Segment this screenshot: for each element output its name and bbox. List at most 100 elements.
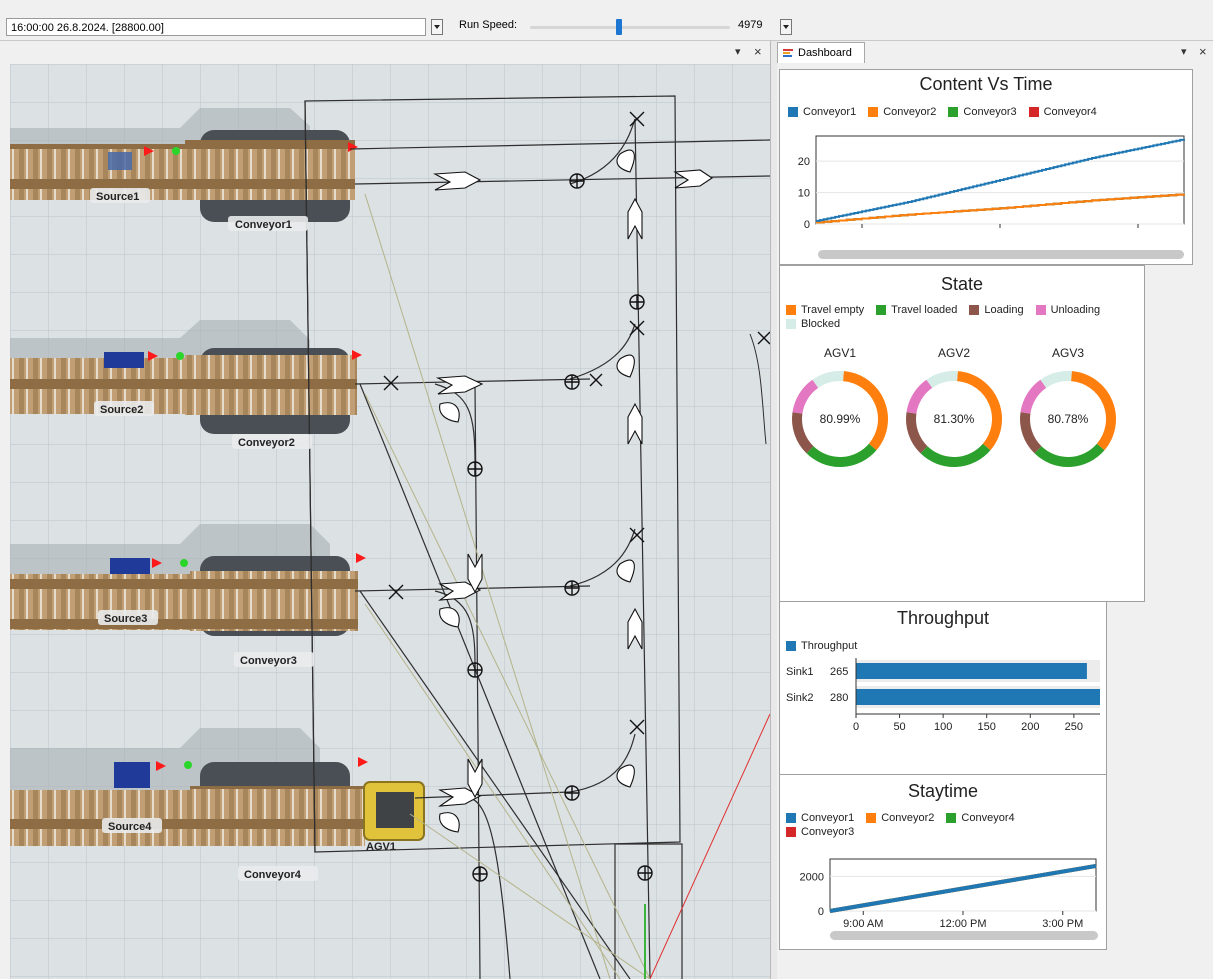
agv-1-model[interactable] — [363, 781, 425, 841]
model-scene: Source1 Conveyor1 Source2 Conveyor2 Sour… — [10, 64, 770, 979]
content-vs-time-legend-item[interactable]: Conveyor2 — [868, 106, 936, 118]
throughput-bar-sink1 — [856, 663, 1087, 679]
legend-label: Conveyor4 — [961, 812, 1015, 824]
source-1-label[interactable]: Source1 — [96, 191, 139, 203]
model-view-left-border — [0, 64, 10, 979]
legend-label: Blocked — [801, 318, 841, 330]
content-vs-time-legend-item[interactable]: Conveyor4 — [1028, 106, 1097, 118]
content-vs-time-x-tick-label: 12:00 PM — [976, 231, 1023, 232]
legend-swatch — [786, 641, 796, 651]
staytime-legend-item[interactable]: Conveyor3 — [786, 826, 854, 838]
throughput-bar-sink2 — [856, 689, 1100, 705]
state-chart-title: AGV2 — [938, 346, 970, 360]
throughput-value-label: 280 — [830, 692, 848, 704]
staytime-x-tick-label: 3:00 PM — [1042, 918, 1083, 927]
throughput-legend-item[interactable]: Throughput — [786, 640, 857, 652]
legend-label: Conveyor1 — [801, 812, 855, 824]
staytime-legend-item[interactable]: Conveyor2 — [866, 812, 934, 824]
legend-swatch — [786, 813, 796, 823]
throughput-x-tick-label: 0 — [853, 721, 859, 733]
state-legend-item[interactable]: Unloading — [1035, 304, 1101, 316]
run-speed-slider-thumb[interactable] — [616, 19, 622, 35]
state-legend-item[interactable]: Blocked — [786, 318, 840, 330]
legend-swatch — [786, 305, 796, 315]
staytime-y-tick-label: 2000 — [800, 871, 824, 883]
legend-label: Travel loaded — [891, 304, 958, 316]
run-speed-dropdown-button[interactable] — [780, 19, 792, 35]
throughput-x-tick-label: 50 — [893, 721, 905, 733]
legend-label: Unloading — [1050, 304, 1101, 316]
throughput-x-tick-label: 100 — [934, 721, 952, 733]
content-vs-time-title: Content Vs Time — [919, 74, 1053, 94]
source-2-label[interactable]: Source2 — [100, 404, 143, 416]
throughput-legend: Throughput — [786, 640, 1096, 652]
state-center-percentage: 80.99% — [820, 412, 861, 426]
state-legend-item[interactable]: Travel loaded — [876, 304, 957, 316]
throughput-title: Throughput — [896, 608, 990, 628]
content-vs-time-panel: Content Vs Time Conveyor1 Conveyor2 Convey… — [779, 69, 1193, 265]
state-donut-slice-loading — [792, 412, 814, 454]
agv-1-label[interactable]: AGV1 — [366, 841, 396, 853]
throughput-x-tick-label: 200 — [1021, 721, 1039, 733]
dashboard-tab-label: Dashboard — [798, 47, 852, 59]
dashboard-pin-button[interactable]: ▾ — [1181, 45, 1187, 58]
model-view-header: ▾ × — [0, 41, 772, 63]
legend-swatch — [866, 813, 877, 823]
legend-swatch — [946, 813, 957, 823]
legend-swatch — [948, 107, 959, 117]
state-chart-title: AGV3 — [1052, 346, 1084, 360]
content-vs-time-legend-item[interactable]: Conveyor1 — [788, 106, 856, 118]
source-4-label[interactable]: Source4 — [108, 821, 152, 833]
state-donut-slice-loading — [1020, 412, 1042, 454]
state-center-percentage: 81.30% — [934, 412, 975, 426]
simulation-toolbar: 16:00:00 26.8.2024. [28800.00] Run Speed… — [0, 14, 1213, 41]
time-format-dropdown-button[interactable] — [431, 19, 443, 35]
run-speed-slider[interactable] — [530, 26, 730, 29]
legend-label: Conveyor1 — [803, 106, 857, 118]
state-legend-item[interactable]: Loading — [969, 304, 1024, 316]
content-vs-time-y-tick-label: 10 — [798, 188, 810, 200]
legend-label: Conveyor2 — [883, 106, 937, 118]
conveyor-1-label[interactable]: Conveyor1 — [235, 219, 292, 231]
state-donut-slice-travel-loaded — [806, 443, 877, 467]
state-legend: Travel empty Travel loaded Loading Unloadin… — [786, 304, 1142, 330]
conveyor-2-label[interactable]: Conveyor2 — [238, 437, 295, 449]
dashboard-area: Content Vs Time Conveyor1 Conveyor2 Convey… — [777, 63, 1213, 979]
legend-label: Conveyor2 — [881, 812, 935, 824]
pane-splitter[interactable] — [770, 41, 777, 979]
model-view-pin-button[interactable]: ▾ — [735, 45, 741, 58]
state-title: State — [940, 274, 984, 294]
legend-swatch — [876, 305, 887, 315]
throughput-bar-chart: Sink1 265 Sink2 280 0 50 100 150 200 250 — [786, 658, 1100, 733]
legend-label: Conveyor3 — [963, 106, 1017, 118]
source-3-label[interactable]: Source3 — [104, 613, 147, 625]
state-donut-slice-unloading — [906, 379, 933, 414]
staytime-scrollbar[interactable] — [830, 931, 1098, 940]
content-vs-time-scrollbar[interactable] — [818, 250, 1184, 259]
state-donut-slice-travel-loaded — [920, 443, 991, 467]
dashboard-close-button[interactable]: × — [1199, 44, 1207, 59]
throughput-panel: Throughput Throughput Sink1 265 Sink2 280 0 5… — [779, 601, 1107, 775]
conveyor-4-label[interactable]: Conveyor4 — [244, 869, 302, 881]
state-center-percentage: 80.78% — [1048, 412, 1089, 426]
content-vs-time-x-tick-label: 3:00 PM — [1118, 231, 1159, 232]
model-view-close-button[interactable]: × — [754, 44, 762, 59]
staytime-legend-item[interactable]: Conveyor1 — [786, 812, 854, 824]
staytime-legend-item[interactable]: Conveyor4 — [946, 812, 1015, 824]
legend-swatch — [868, 107, 879, 117]
staytime-panel: Staytime Conveyor1 Conveyor2 Conveyor4 Conv… — [779, 774, 1107, 950]
state-donut-slice-unloading — [792, 379, 819, 414]
dashboard-tab[interactable]: Dashboard — [777, 42, 865, 63]
legend-swatch — [788, 107, 798, 117]
state-donut-slice-blocked — [1040, 371, 1072, 389]
legend-label: Loading — [984, 304, 1024, 316]
state-legend-item[interactable]: Travel empty — [786, 304, 864, 316]
model-3d-view[interactable]: Source1 Conveyor1 Source2 Conveyor2 Sour… — [10, 64, 770, 979]
conveyor-3-label[interactable]: Conveyor3 — [240, 655, 297, 667]
legend-swatch — [1028, 107, 1039, 117]
content-vs-time-legend-item[interactable]: Conveyor3 — [948, 106, 1017, 118]
content-vs-time-x-tick-label: 9:00 AM — [842, 231, 882, 232]
throughput-x-tick-label: 250 — [1065, 721, 1083, 733]
state-donut-slice-unloading — [1020, 379, 1047, 414]
state-panel: State Travel empty Travel loaded Loading Un… — [779, 265, 1145, 602]
